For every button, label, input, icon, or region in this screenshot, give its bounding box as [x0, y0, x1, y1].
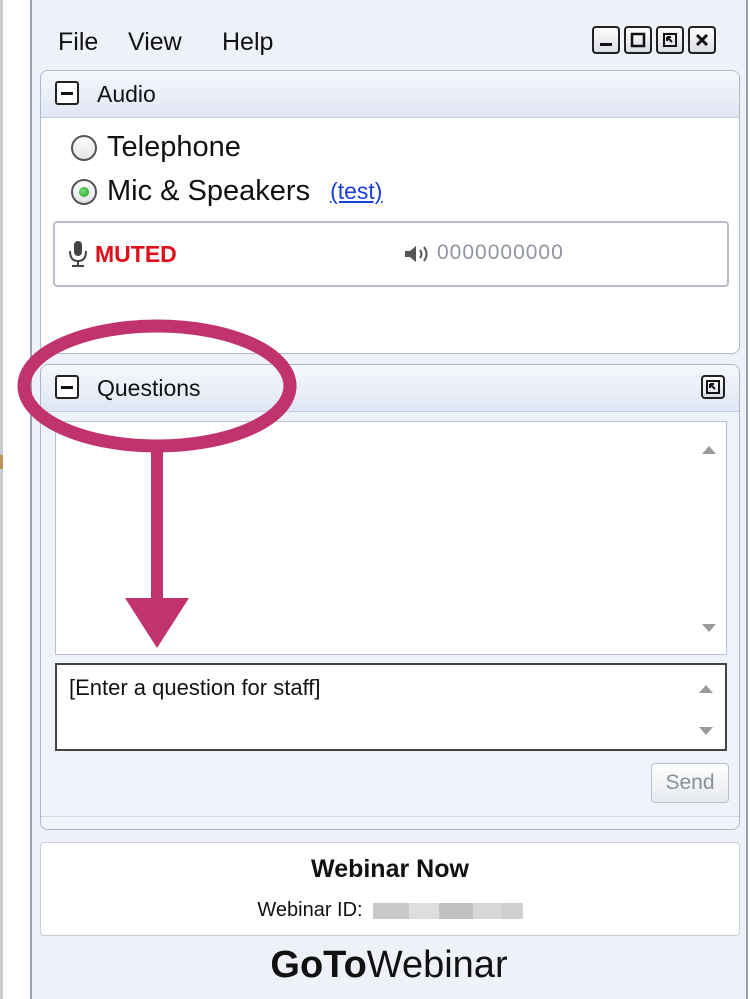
question-input[interactable] — [55, 663, 727, 751]
webinar-id-row: Webinar ID: — [41, 899, 739, 922]
brand-regular: Webinar — [366, 944, 508, 986]
telephone-option[interactable]: Telephone — [71, 131, 241, 164]
questions-panel-header: Questions — [41, 365, 739, 412]
redacted-id-block — [408, 902, 439, 919]
microphone-icon — [69, 241, 87, 267]
popout-questions-button[interactable] — [701, 375, 725, 399]
speaker-level-meter: 0000000000 — [437, 241, 564, 264]
audio-panel-header: Audio — [41, 71, 739, 118]
gotowebinar-logo: GoToWebinar — [32, 944, 746, 987]
menu-view[interactable]: View — [128, 28, 182, 57]
menu-bar: File View Help — [32, 14, 746, 64]
audio-panel-title: Audio — [97, 81, 156, 107]
popout-button[interactable] — [656, 26, 684, 54]
minimize-icon — [600, 43, 612, 46]
questions-log[interactable] — [55, 421, 727, 655]
popout-icon — [663, 33, 677, 47]
questions-panel-title: Questions — [97, 375, 201, 401]
audio-status-box: MUTED 0000000000 — [53, 221, 729, 287]
mic-speakers-radio[interactable] — [71, 178, 97, 205]
background-marker — [0, 455, 3, 469]
mic-speakers-option[interactable]: Mic & Speakers (test) — [71, 175, 382, 208]
maximize-icon — [630, 32, 646, 48]
maximize-button[interactable] — [624, 26, 652, 54]
gotowebinar-control-panel: File View Help Audio Telephone Mic & Spe… — [30, 0, 748, 999]
speaker-icon — [405, 246, 428, 262]
test-audio-link[interactable]: (test) — [330, 178, 382, 205]
webinar-title: Webinar Now — [311, 855, 469, 883]
redacted-id-block — [500, 902, 523, 919]
menu-help[interactable]: Help — [222, 28, 273, 57]
questions-panel: Questions Send — [40, 364, 740, 830]
panel-resize-strip — [41, 816, 739, 829]
redacted-id-block — [372, 902, 409, 919]
menu-file[interactable]: File — [58, 28, 98, 57]
mic-muted-status: MUTED — [95, 241, 177, 267]
telephone-label: Telephone — [107, 131, 241, 163]
minimize-button[interactable] — [592, 26, 620, 54]
webinar-info-box: Webinar Now Webinar ID: — [40, 842, 740, 936]
send-question-button[interactable]: Send — [651, 763, 729, 803]
mic-speakers-label: Mic & Speakers — [107, 175, 311, 207]
collapse-audio-button[interactable] — [55, 81, 79, 105]
close-icon — [695, 33, 709, 47]
redacted-id-block — [472, 902, 501, 919]
close-button[interactable] — [688, 26, 716, 54]
webinar-id-label: Webinar ID: — [257, 899, 363, 921]
scroll-down-icon[interactable] — [702, 624, 716, 632]
background-window-edge — [0, 0, 30, 999]
input-scroll-down-icon[interactable] — [699, 727, 713, 735]
scroll-up-icon[interactable] — [702, 446, 716, 454]
popout-icon — [706, 380, 720, 394]
audio-panel: Audio Telephone Mic & Speakers (test) MU… — [40, 70, 740, 354]
background-divider — [0, 0, 3, 999]
brand-bold: GoTo — [270, 944, 367, 986]
input-scroll-up-icon[interactable] — [699, 685, 713, 693]
collapse-questions-button[interactable] — [55, 375, 79, 399]
telephone-radio[interactable] — [71, 134, 97, 161]
redacted-id-block — [438, 902, 473, 919]
